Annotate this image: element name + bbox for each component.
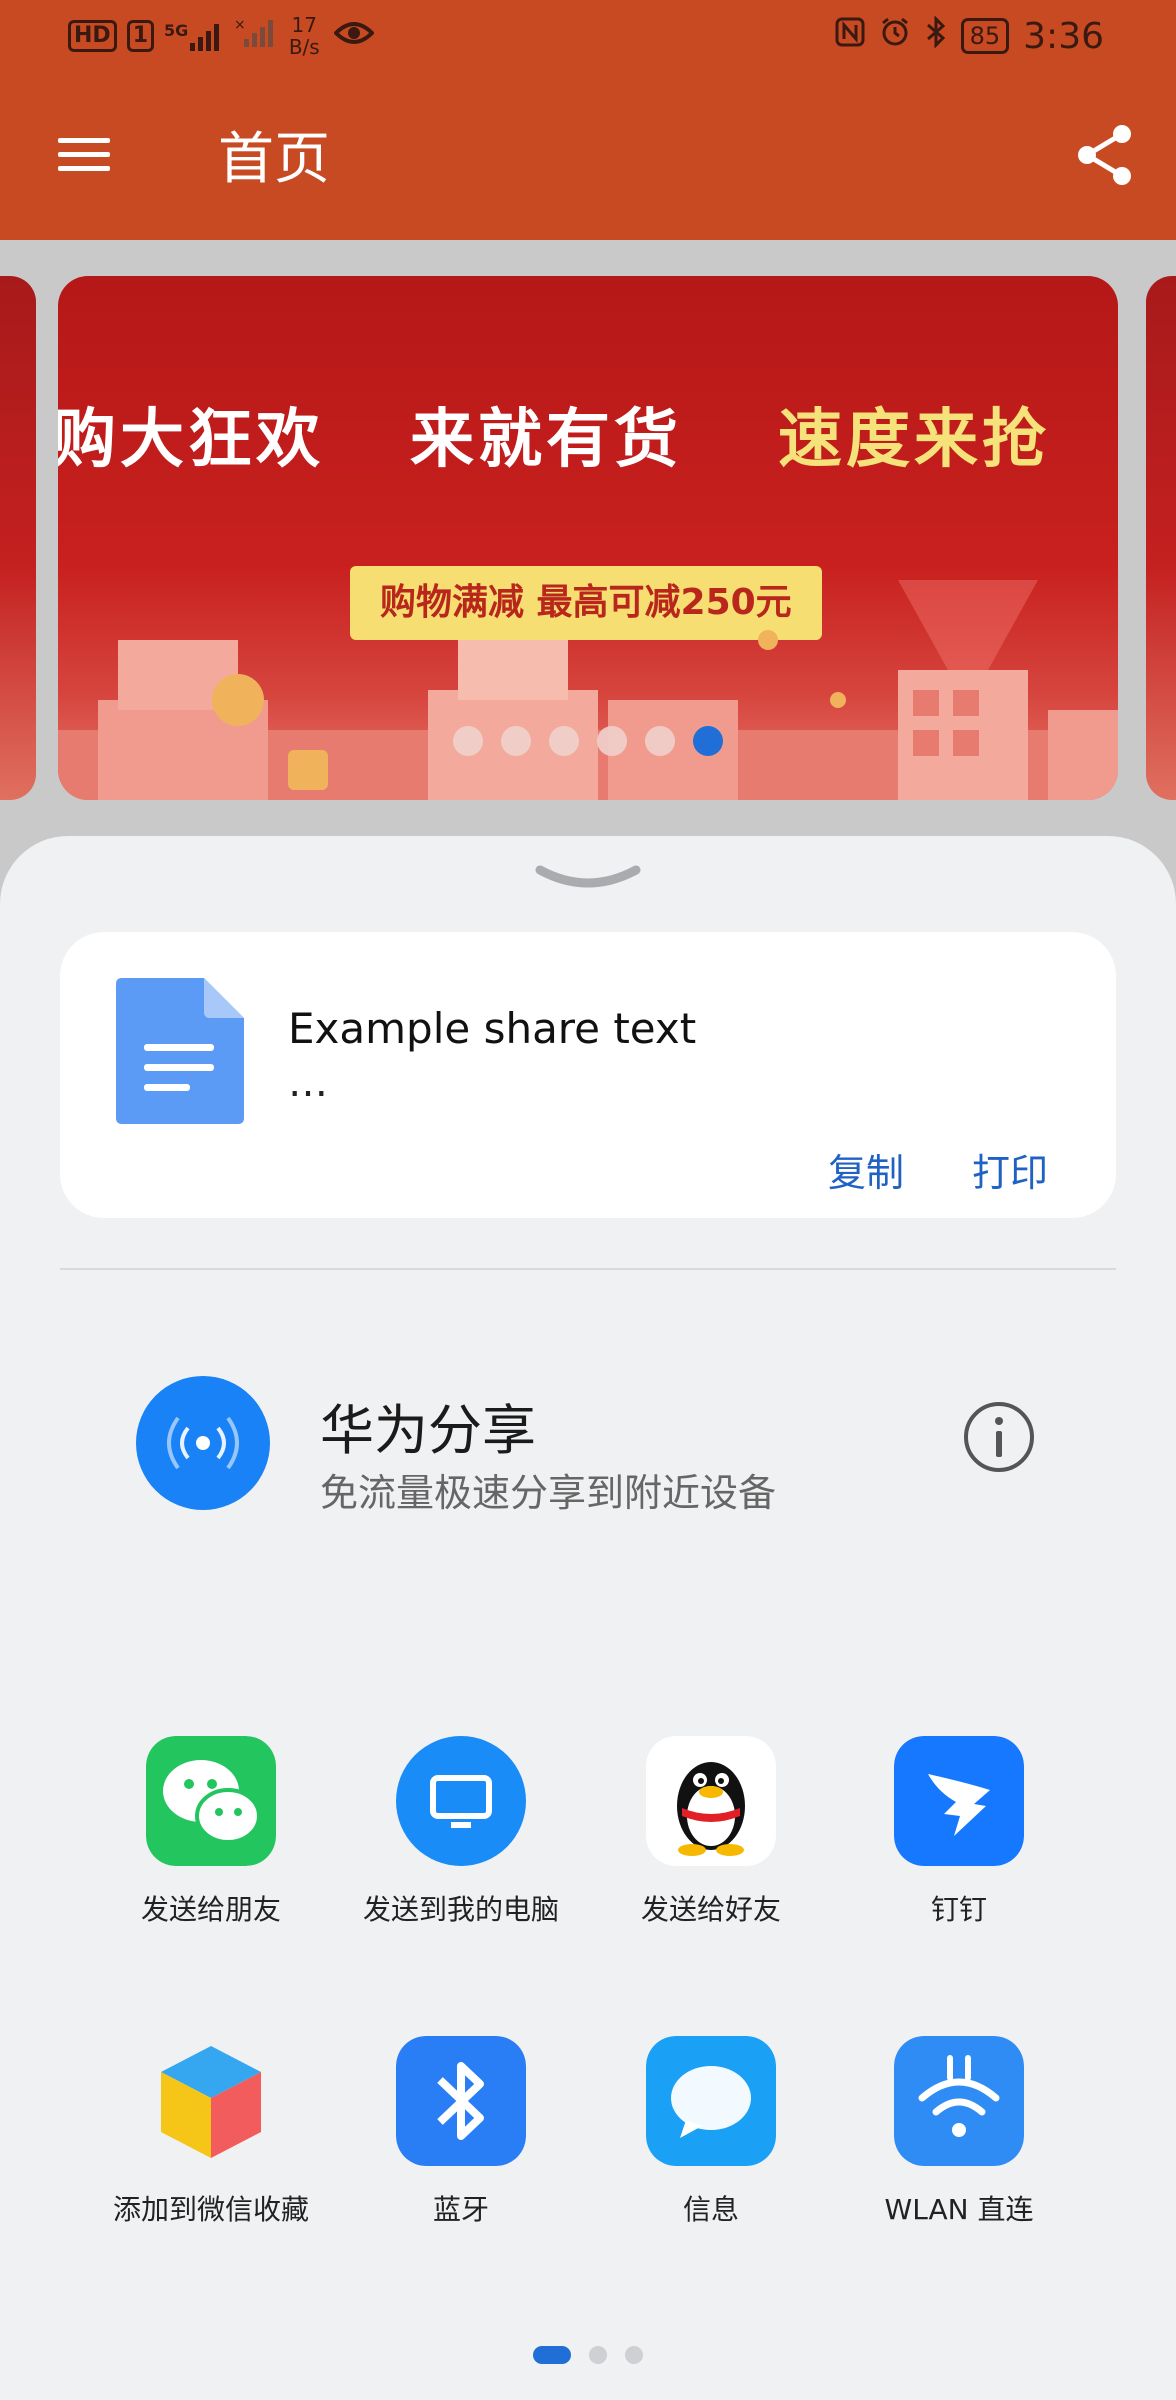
banner-headline-1: 购大狂欢 (58, 403, 324, 477)
network-speed: 17 B/s (284, 14, 324, 58)
bluetooth-icon (396, 2036, 526, 2166)
nearby-share-icon (136, 1376, 270, 1510)
share-preview-text: Example share text (288, 1004, 697, 1053)
bluetooth-status-icon (925, 15, 947, 56)
hamburger-menu-icon[interactable] (50, 120, 118, 188)
print-button[interactable]: 打印 (972, 1142, 1048, 1197)
huawei-share-title: 华为分享 (320, 1399, 536, 1462)
huawei-share-subtitle: 免流量极速分享到附近设备 (320, 1471, 777, 1515)
collapse-chevron-icon[interactable] (534, 858, 642, 898)
banner-page-indicator (453, 726, 723, 756)
network-speed-value: 17 (291, 13, 317, 37)
qq-penguin-icon (646, 1736, 776, 1866)
banner-dot[interactable] (453, 726, 483, 756)
share-target-message-bubble[interactable]: 信息 (586, 2036, 836, 2228)
page-title: 首页 (218, 127, 330, 192)
status-bar-left: HD 1 5G × 17 B/s (68, 0, 376, 72)
share-preview-ellipsis: … (288, 1060, 328, 1106)
share-sheet: Example share text … 复制 打印 华为分享 免流量极速分享到… (0, 836, 1176, 2400)
wlan-direct-icon (894, 2036, 1024, 2166)
banner-carousel[interactable]: 购大狂欢 来就有货 速度来抢 购物满减 最高可减250元 (0, 240, 1176, 840)
top-app-bar: HD 1 5G × 17 B/s 85 3:36 首页 (0, 0, 1176, 240)
huawei-share-row[interactable]: 华为分享 免流量极速分享到附近设备 (60, 1376, 1116, 1546)
share-target-dingtalk[interactable]: 钉钉 (834, 1736, 1084, 1928)
share-grid-page-indicator (0, 2346, 1176, 2364)
network-type-label: 5G (164, 21, 189, 40)
banner-dot[interactable] (549, 726, 579, 756)
share-preview-card: Example share text … 复制 打印 (60, 932, 1116, 1218)
banner-dot[interactable] (645, 726, 675, 756)
share-target-label: 发送给朋友 (140, 1893, 281, 1926)
sim-indicator: 1 (126, 20, 154, 52)
info-icon[interactable] (962, 1400, 1036, 1474)
share-target-label: 蓝牙 (432, 2193, 489, 2226)
signal-empty-icon: × (234, 17, 274, 55)
battery-indicator: 85 (960, 18, 1010, 54)
next-banner-peek[interactable] (1146, 276, 1176, 800)
status-bar-right: 85 3:36 (835, 0, 1104, 72)
share-target-wlan-direct[interactable]: WLAN 直连 (834, 2036, 1084, 2228)
alarm-icon (879, 16, 911, 56)
share-icon[interactable] (1070, 120, 1140, 190)
share-target-qq-penguin[interactable]: 发送给好友 (586, 1736, 836, 1928)
banner-dot[interactable] (501, 726, 531, 756)
share-target-label: 发送到我的电脑 (362, 1893, 559, 1926)
wechat-icon (146, 1736, 276, 1866)
nfc-icon (835, 17, 865, 55)
pager-dot[interactable] (625, 2346, 643, 2364)
share-target-label: 钉钉 (930, 1893, 987, 1926)
banner-illustration (58, 580, 1118, 800)
banner-slide[interactable]: 购大狂欢 来就有货 速度来抢 购物满减 最高可减250元 (58, 276, 1118, 800)
banner-headline-2: 来就有货 (410, 403, 682, 477)
computer-icon (396, 1736, 526, 1866)
eye-icon (333, 17, 376, 55)
share-target-wechat[interactable]: 发送给朋友 (86, 1736, 336, 1928)
share-target-computer[interactable]: 发送到我的电脑 (336, 1736, 586, 1928)
share-target-cube-favorites[interactable]: 添加到微信收藏 (86, 2036, 336, 2228)
copy-button[interactable]: 复制 (828, 1142, 904, 1197)
message-bubble-icon (646, 2036, 776, 2166)
share-target-bluetooth[interactable]: 蓝牙 (336, 2036, 586, 2228)
share-target-label: WLAN 直连 (884, 2193, 1034, 2226)
pager-dot[interactable] (589, 2346, 607, 2364)
network-speed-unit: B/s (288, 35, 320, 59)
dingtalk-icon (894, 1736, 1024, 1866)
share-target-label: 添加到微信收藏 (112, 2193, 309, 2226)
banner-dot[interactable] (693, 726, 723, 756)
hd-indicator: HD (68, 20, 117, 52)
share-target-label: 信息 (682, 2193, 739, 2226)
document-icon (116, 978, 244, 1124)
banner-headline-3: 速度来抢 (778, 403, 1050, 477)
status-time: 3:36 (1023, 15, 1104, 57)
pager-dot[interactable] (533, 2346, 571, 2364)
divider (60, 1268, 1116, 1270)
signal-5g-icon: 5G (164, 21, 224, 51)
previous-banner-peek[interactable] (0, 276, 36, 800)
cube-favorites-icon (146, 2036, 276, 2166)
svg-text:×: × (234, 17, 246, 33)
share-target-label: 发送给好友 (640, 1893, 781, 1926)
banner-dot[interactable] (597, 726, 627, 756)
